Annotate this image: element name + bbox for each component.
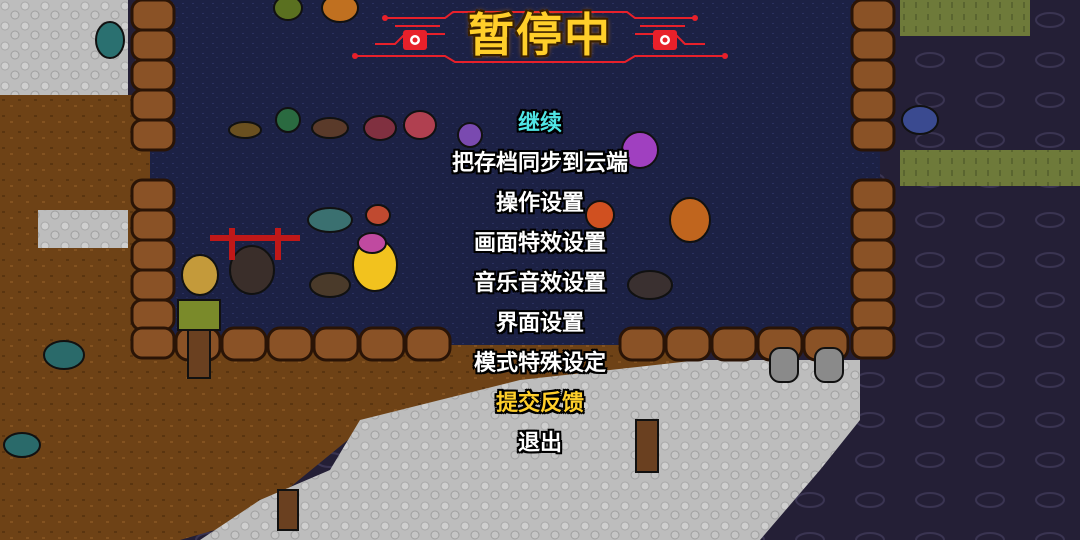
menu-item-feedback[interactable]: 提交反馈 xyxy=(340,384,740,424)
menu-item-quit[interactable]: 退出 xyxy=(340,424,740,464)
menu-item-continue[interactable]: 继续 xyxy=(340,104,740,144)
menu-item-mode[interactable]: 模式特殊设定 xyxy=(340,344,740,384)
game-scene: 暂停中 继续 把存档同步到云端 操作设置 画面特效设置 音乐音效设置 界面设置 … xyxy=(0,0,1080,540)
menu-item-interface[interactable]: 界面设置 xyxy=(340,304,740,344)
menu-item-audio[interactable]: 音乐音效设置 xyxy=(340,264,740,304)
menu-item-controls[interactable]: 操作设置 xyxy=(340,184,740,224)
menu-item-graphics[interactable]: 画面特效设置 xyxy=(340,224,740,264)
pause-menu: 继续 把存档同步到云端 操作设置 画面特效设置 音乐音效设置 界面设置 模式特殊… xyxy=(340,104,740,464)
menu-item-cloud-sync[interactable]: 把存档同步到云端 xyxy=(340,144,740,184)
pause-title-banner: 暂停中 xyxy=(345,4,735,68)
pause-title: 暂停中 xyxy=(468,8,612,62)
